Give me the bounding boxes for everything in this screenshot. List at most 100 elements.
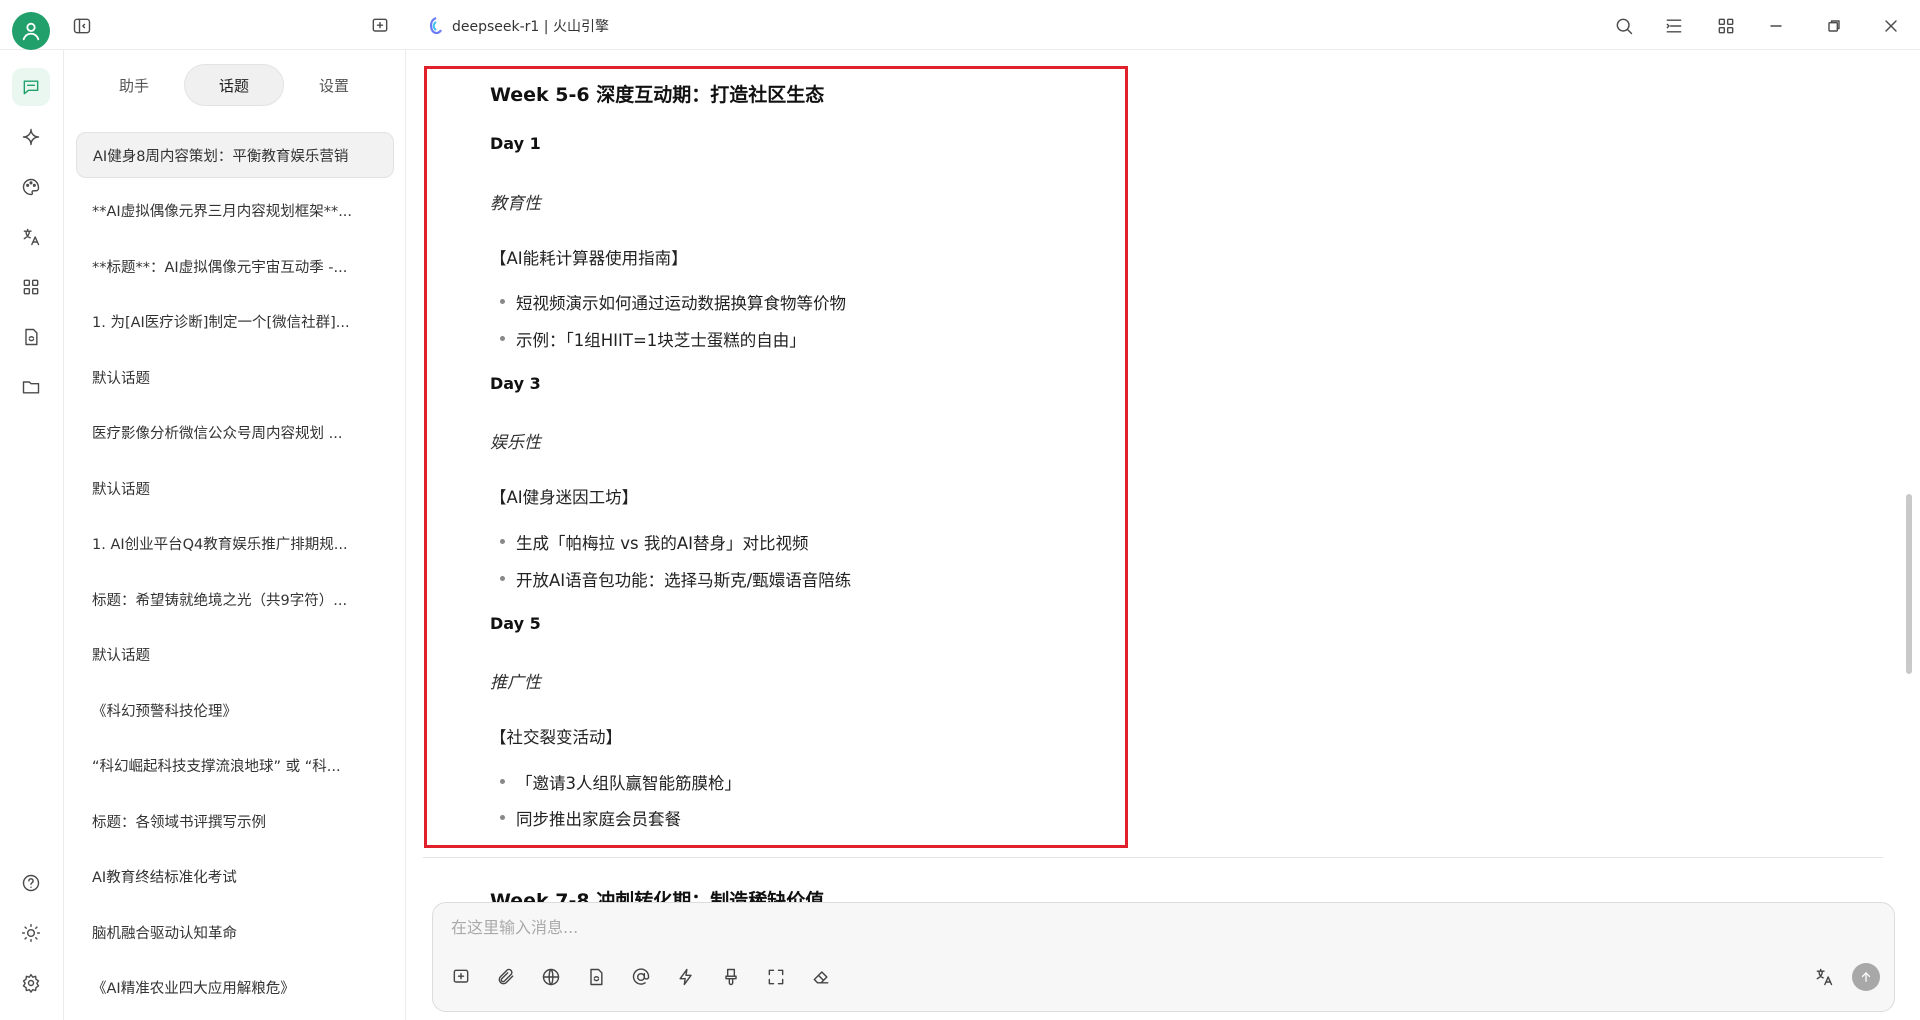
day-category: 教育性 [490,194,541,214]
user-icon [22,22,40,41]
model-selector[interactable]: deepseek-r1 | 火山引擎 [428,16,609,36]
day-category: 推广性 [490,673,541,693]
attach-button[interactable] [492,963,520,991]
toggle-sidebar-button[interactable] [68,12,96,40]
fullscreen-button[interactable] [762,963,790,991]
topic-label: 默认话题 [92,370,150,387]
tab-topics[interactable]: 话题 [183,64,285,106]
input-actions [1810,963,1880,991]
paperclip-icon [498,968,514,985]
topic-item[interactable]: 脑机融合驱动认知革命 [76,909,394,955]
web-search-button[interactable] [537,963,565,991]
sun-icon [21,923,41,943]
chat-scrollbar[interactable] [1906,494,1912,674]
rail-folder[interactable] [12,368,50,406]
help-icon [22,874,40,892]
quick-phrase-button[interactable] [672,963,700,991]
topic-item[interactable]: 默认话题 [76,354,394,400]
topic-label: **标题**：AI虚拟偶像元宇宙互动季 -... [92,259,348,276]
title-bar: deepseek-r1 | 火山引擎 [0,0,1920,50]
restore-button[interactable] [1820,12,1848,40]
topic-item[interactable]: 医疗影像分析微信公众号周内容规划 ... [76,410,394,456]
brush-icon [725,968,737,986]
new-topic-tool-button[interactable] [447,963,475,991]
close-button[interactable] [1877,12,1905,40]
restore-icon [1828,20,1840,32]
topic-item[interactable]: 默认话题 [76,465,394,511]
bullet-item: 同步推出家庭会员套餐 [490,806,681,830]
topic-label: 脑机融合驱动认知革命 [92,925,237,942]
clear-button[interactable] [807,963,835,991]
next-week-title: Week 7-8 冲刺转化期：制造稀缺价值 [490,890,825,902]
week-title: Week 5-6 深度互动期：打造社区生态 [490,84,825,106]
arrow-up-icon [1861,972,1871,982]
day-heading: Day 1 [490,134,541,153]
rail-settings[interactable] [12,964,50,1002]
day-activity: 【AI能耗计算器使用指南】 [490,249,688,268]
bullet-item: 开放AI语音包功能：选择马斯克/甄嬛语音陪练 [490,567,851,591]
minimize-icon [1770,25,1782,27]
day-category: 娱乐性 [490,433,541,453]
model-title: deepseek-r1 | 火山引擎 [452,19,609,35]
day-activity: 【AI健身迷因工坊】 [490,488,639,507]
bullet-item: 「邀请3人组队赢智能筋膜枪」 [490,770,741,794]
chat-icon [23,80,39,95]
at-icon [632,968,650,985]
day-heading: Day 3 [490,374,541,393]
tab-assistant[interactable]: 助手 [84,64,184,106]
topic-label: 1. 为[AI医疗诊断]制定一个[微信社群]... [92,315,350,331]
user-avatar[interactable] [12,12,50,50]
gear-icon [22,973,40,993]
topic-item[interactable]: “科幻崛起科技支撑流浪地球” 或 “科... [76,743,394,789]
topic-label: 《AI精准农业四大应用解粮危》 [92,981,295,997]
rail-chat[interactable] [12,68,50,106]
rail-agents[interactable] [12,118,50,156]
layout-icon [1666,19,1682,33]
bullet-item: 示例：「1组HIIT=1块芝士蛋糕的自由」 [490,327,806,351]
apps-button[interactable] [1712,12,1740,40]
globe-icon [542,968,560,986]
rail-translate[interactable] [12,218,50,256]
topic-label: 1. AI创业平台Q4教育娱乐推广排期规... [92,537,348,553]
nav-rail [0,50,64,1020]
send-button[interactable] [1852,963,1880,991]
clear-context-button[interactable] [717,963,745,991]
topic-item[interactable]: 标题：各领域书评撰写示例 [76,798,394,844]
rail-help[interactable] [12,864,50,902]
tab-settings[interactable]: 设置 [284,64,384,106]
search-button[interactable] [1610,12,1638,40]
topic-item[interactable]: **AI虚拟偶像元界三月内容规划框架**... [76,188,394,234]
topic-item[interactable]: **标题**：AI虚拟偶像元宇宙互动季 -... [76,243,394,289]
translate-icon [23,228,40,246]
topic-item[interactable]: 《科幻预警科技伦理》 [76,687,394,733]
topic-item-active[interactable]: AI健身8周内容策划：平衡教育娱乐营销 [76,132,394,178]
topic-item[interactable]: 默认话题 [76,632,394,678]
rail-theme[interactable] [12,914,50,952]
minimize-button[interactable] [1762,12,1790,40]
section-divider [423,857,1883,858]
layout-button[interactable] [1660,12,1688,40]
grid-icon [1718,18,1734,34]
file-sync-icon [590,968,603,986]
input-toolbar [447,963,835,991]
message-input[interactable] [451,913,1851,941]
topic-item[interactable]: 1. 为[AI医疗诊断]制定一个[微信社群]... [76,299,394,345]
topic-label: 默认话题 [92,648,150,664]
topic-item[interactable]: AI教育终结标准化考试 [76,854,394,900]
topic-item[interactable]: 标题：希望铸就绝境之光（共9字符）... [76,576,394,622]
new-topic-icon [372,18,388,32]
translate-input-button[interactable] [1810,963,1838,991]
new-topic-button[interactable] [366,12,394,40]
topic-item[interactable]: 《AI精准农业四大应用解粮危》 [76,965,394,1011]
topic-sidebar: 助手 话题 设置 AI健身8周内容策划：平衡教育娱乐营销 **AI虚拟偶像元界三… [64,50,406,1020]
topic-label: “科幻崛起科技支撑流浪地球” 或 “科... [92,759,341,775]
topic-label: AI教育终结标准化考试 [92,870,237,886]
bullet-item: 短视频演示如何通过运动数据换算食物等价物 [490,290,846,314]
mention-button[interactable] [627,963,655,991]
topic-item[interactable]: 1. AI创业平台Q4教育娱乐推广排期规... [76,521,394,567]
topic-label: 医疗影像分析微信公众号周内容规划 ... [92,426,343,442]
knowledge-base-button[interactable] [582,963,610,991]
rail-paint[interactable] [12,168,50,206]
rail-apps[interactable] [12,268,50,306]
rail-files[interactable] [12,318,50,356]
